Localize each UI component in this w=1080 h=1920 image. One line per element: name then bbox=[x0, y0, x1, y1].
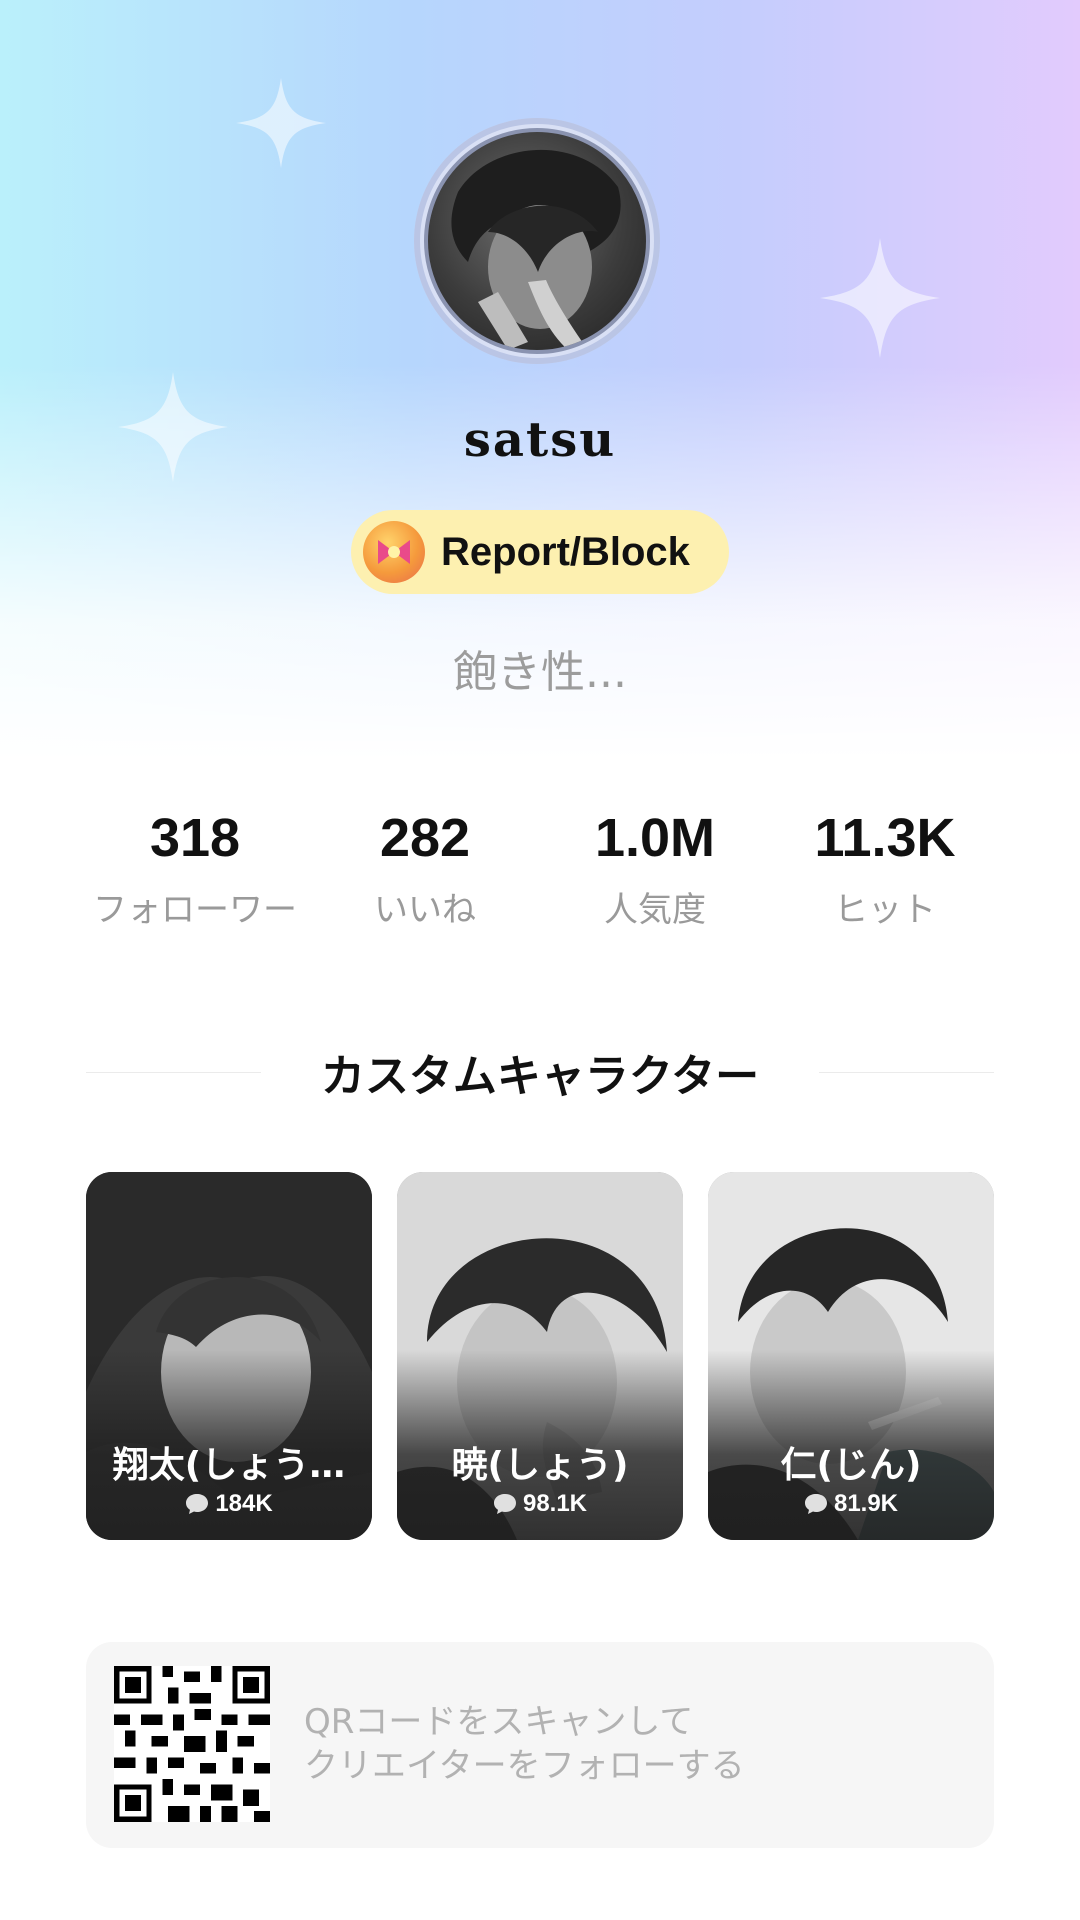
character-card[interactable]: 仁(じん) 81.9K bbox=[708, 1172, 994, 1540]
divider bbox=[86, 1071, 261, 1073]
sparkle-decoration bbox=[820, 238, 940, 358]
character-card[interactable]: 翔太(しょう… 184K bbox=[86, 1172, 372, 1540]
qr-follow-panel: QRコードをスキャンして クリエイターをフォローする bbox=[86, 1642, 994, 1848]
chat-count-value: 81.9K bbox=[833, 1490, 899, 1517]
profile-bio: 飽き性... bbox=[453, 647, 627, 698]
report-block-label: Report/Block bbox=[441, 529, 690, 574]
character-name: 翔太(しょう… bbox=[112, 1445, 346, 1486]
qr-instructions-line: クリエイターをフォローする bbox=[304, 1746, 745, 1786]
divider bbox=[819, 1071, 994, 1073]
character-name: 仁(じん) bbox=[780, 1445, 922, 1486]
stat-value: 318 bbox=[149, 808, 241, 868]
stat-label: フォローワー bbox=[93, 890, 297, 930]
stat-label: いいね bbox=[374, 890, 476, 930]
avatar-illustration bbox=[451, 149, 621, 350]
qr-code-icon[interactable] bbox=[114, 1666, 270, 1822]
stat-hits: 11.3K ヒット bbox=[770, 800, 1000, 931]
qr-instructions: QRコードをスキャンして クリエイターをフォローする bbox=[304, 1700, 745, 1788]
custom-characters-heading: カスタムキャラクター bbox=[86, 1040, 994, 1104]
username: satsu bbox=[463, 412, 617, 468]
section-title: カスタムキャラクター bbox=[320, 1051, 760, 1102]
chat-bubble-icon bbox=[186, 1494, 209, 1514]
chat-count: 98.1K bbox=[397, 1490, 683, 1518]
character-card[interactable]: 暁(しょう) 98.1K bbox=[397, 1172, 683, 1540]
chat-count-value: 98.1K bbox=[522, 1490, 588, 1517]
qr-instructions-line: QRコードをスキャンして bbox=[304, 1702, 694, 1742]
stat-followers[interactable]: 318 フォローワー bbox=[80, 800, 310, 931]
report-block-button[interactable]: Report/Block bbox=[351, 510, 729, 594]
chat-count: 184K bbox=[86, 1490, 372, 1518]
stat-value: 1.0M bbox=[594, 808, 716, 868]
character-name: 暁(しょう) bbox=[451, 1445, 629, 1486]
chat-count-value: 184K bbox=[215, 1490, 273, 1517]
stats-row: 318 フォローワー 282 いいね 1.0M 人気度 11.3K ヒット bbox=[80, 800, 1000, 931]
stat-label: 人気度 bbox=[604, 890, 706, 930]
character-card-list: 翔太(しょう… 184K 暁(しょう) 98.1K 仁(じん) 81.9K bbox=[86, 1172, 994, 1540]
stat-label: ヒット bbox=[834, 890, 936, 930]
chat-bubble-icon bbox=[493, 1494, 516, 1514]
stat-likes[interactable]: 282 いいね bbox=[310, 800, 540, 931]
chat-count: 81.9K bbox=[708, 1490, 994, 1518]
stat-value: 282 bbox=[379, 808, 471, 868]
avatar[interactable] bbox=[424, 128, 650, 354]
ribbon-badge-icon bbox=[363, 521, 425, 583]
chat-bubble-icon bbox=[804, 1494, 827, 1514]
stat-value: 11.3K bbox=[814, 808, 956, 868]
sparkle-decoration bbox=[236, 78, 326, 168]
stat-popularity: 1.0M 人気度 bbox=[540, 800, 770, 931]
